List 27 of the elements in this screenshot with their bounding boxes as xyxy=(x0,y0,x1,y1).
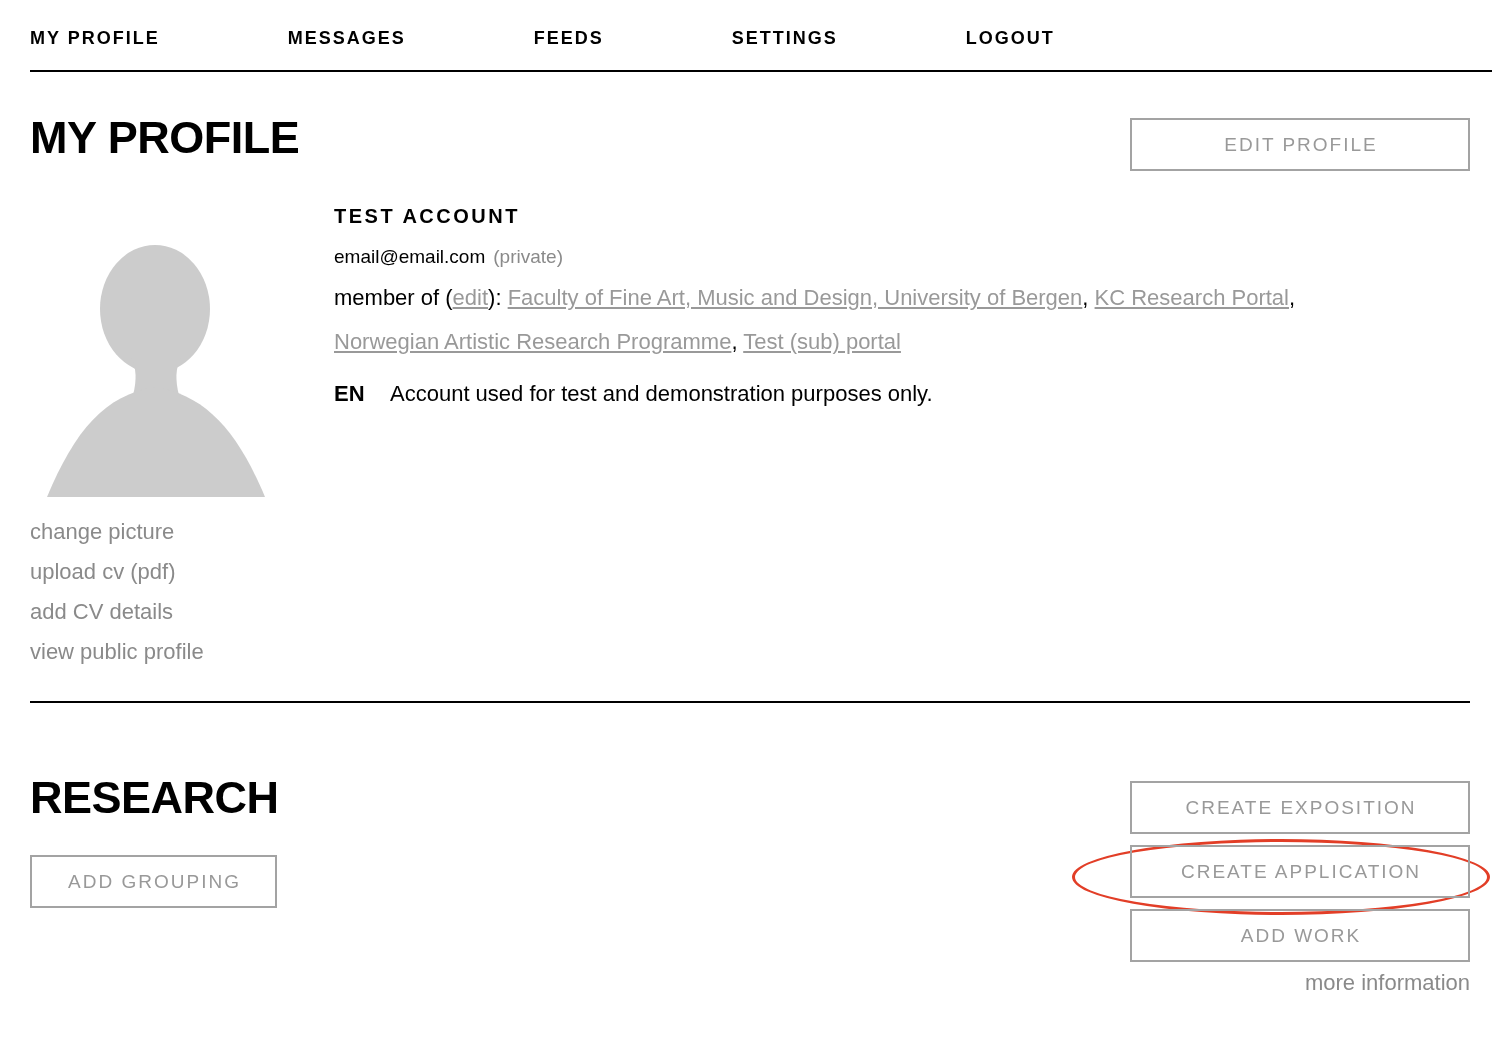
nav-link[interactable]: LOGOUT xyxy=(965,26,1055,50)
profile-link[interactable]: view public profile xyxy=(30,632,204,672)
nav-link[interactable]: MESSAGES xyxy=(287,26,406,50)
page-title: MY PROFILE xyxy=(30,114,300,162)
profile-link[interactable]: add CV details xyxy=(30,592,174,632)
portal-link[interactable]: KC Research Portal xyxy=(1094,285,1289,310)
portal-link[interactable]: Test (sub) portal xyxy=(743,329,901,354)
membership-text: member of (edit): Faculty of Fine Art, Music and Design, University of Bergen, KC Research Portal, Norwegian Artistic Research Programme, Test (sub) portal xyxy=(334,284,1297,356)
profile-link[interactable]: change picture xyxy=(30,512,175,552)
email-address: email@email.com xyxy=(334,245,486,269)
profile-link[interactable]: upload cv (pdf) xyxy=(30,552,176,592)
account-name: TEST ACCOUNT xyxy=(334,204,521,229)
nav-link[interactable]: MY PROFILE xyxy=(30,26,160,50)
language-code: EN xyxy=(334,380,366,408)
edit-profile-button[interactable]: EDIT PROFILE xyxy=(1130,118,1470,171)
portal-link[interactable]: Norwegian Artistic Research Programme xyxy=(334,329,732,354)
action-button[interactable]: ADD WORK xyxy=(1130,909,1470,962)
nav-link[interactable]: SETTINGS xyxy=(731,26,838,50)
portal-link[interactable]: Faculty of Fine Art, Music and Design, University of Bergen xyxy=(507,285,1083,310)
add-grouping-button[interactable]: ADD GROUPING xyxy=(30,855,277,908)
description-text: Account used for test and demonstration purposes only. xyxy=(390,380,933,408)
more-information-link[interactable]: more information xyxy=(1304,968,1470,998)
email-visibility: (private) xyxy=(493,245,563,269)
section-title: RESEARCH xyxy=(30,774,279,822)
action-button[interactable]: CREATE APPLICATION xyxy=(1130,845,1470,898)
action-button[interactable]: CREATE EXPOSITION xyxy=(1130,781,1470,834)
nav-link[interactable]: FEEDS xyxy=(533,26,604,50)
